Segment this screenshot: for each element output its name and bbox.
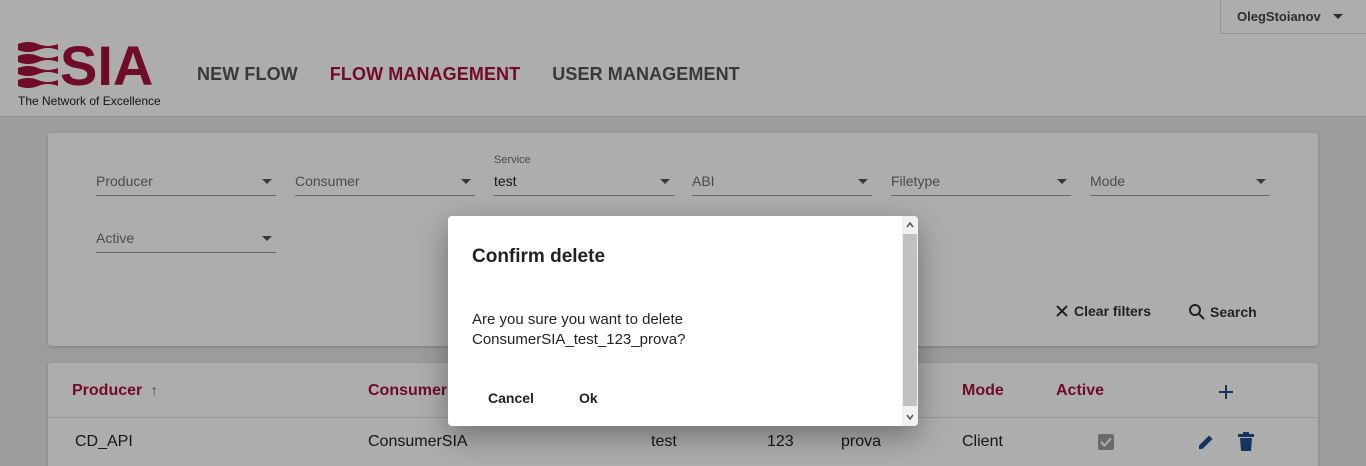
dialog-message-line1: Are you sure you want to delete bbox=[472, 311, 683, 328]
dialog-message-line2: ConsumerSIA_test_123_prova? bbox=[472, 331, 686, 348]
cancel-button[interactable]: Cancel bbox=[488, 390, 534, 406]
chevron-down-icon[interactable] bbox=[906, 413, 914, 421]
confirm-delete-dialog: Confirm delete Are you sure you want to … bbox=[448, 216, 918, 426]
dialog-scrollbar[interactable] bbox=[902, 216, 918, 426]
dialog-message: Are you sure you want to delete Consumer… bbox=[472, 310, 872, 350]
ok-button[interactable]: Ok bbox=[579, 390, 598, 406]
dialog-title: Confirm delete bbox=[472, 246, 606, 267]
chevron-up-icon[interactable] bbox=[906, 221, 914, 229]
scrollbar-thumb[interactable] bbox=[903, 234, 917, 406]
